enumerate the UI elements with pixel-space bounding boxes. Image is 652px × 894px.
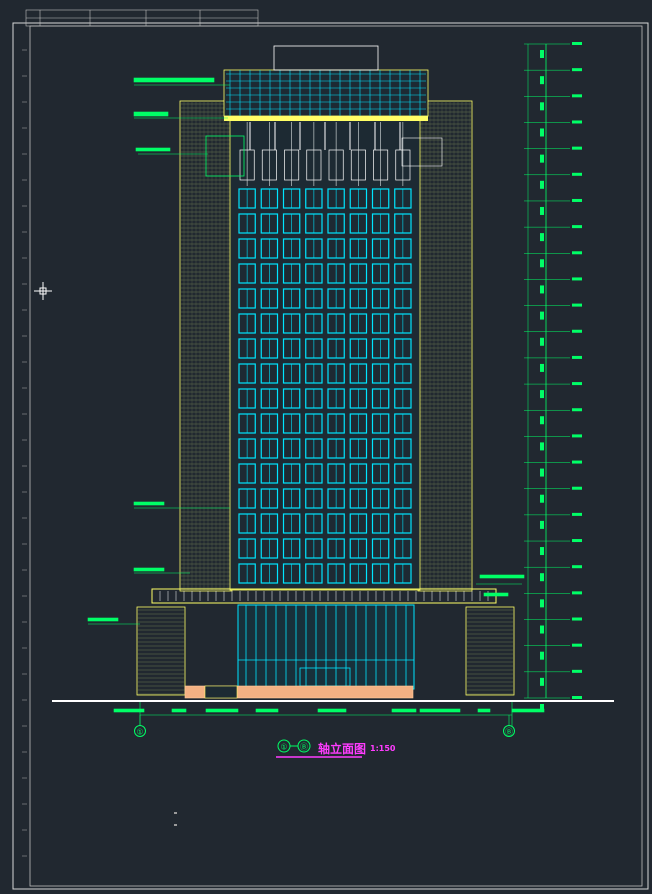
ladder-marker bbox=[540, 573, 544, 582]
ladder-label bbox=[572, 329, 582, 333]
axis-label-start: ① bbox=[136, 728, 143, 737]
ladder-label bbox=[572, 617, 582, 621]
ladder-marker bbox=[540, 206, 544, 215]
crosshair-icon bbox=[34, 282, 52, 300]
ladder-label bbox=[572, 68, 582, 72]
ladder-label bbox=[572, 539, 582, 543]
ladder-marker bbox=[540, 651, 544, 660]
ladder-marker bbox=[540, 416, 544, 425]
ladder-label bbox=[572, 94, 582, 98]
ladder-marker bbox=[540, 285, 544, 294]
ladder-marker bbox=[540, 180, 544, 189]
crown-band bbox=[224, 116, 428, 121]
ladder-marker bbox=[540, 76, 544, 85]
ladder-label bbox=[572, 172, 582, 176]
ladder-marker bbox=[540, 311, 544, 320]
drawing-title: 轴立面图 bbox=[318, 742, 367, 756]
left-ruler bbox=[22, 49, 27, 857]
ladder-label bbox=[572, 251, 582, 255]
ladder-label bbox=[572, 146, 582, 150]
title-axis-bubbles: ① Ⓑ bbox=[277, 739, 311, 753]
tower-core bbox=[229, 119, 421, 591]
title-block bbox=[25, 9, 259, 27]
ladder-marker bbox=[540, 102, 544, 111]
ladder-label bbox=[572, 198, 582, 202]
ladder-label bbox=[572, 565, 582, 569]
ladder-marker bbox=[540, 547, 544, 556]
ladder-label bbox=[572, 696, 582, 699]
small-marks bbox=[174, 812, 177, 826]
ladder-label bbox=[572, 669, 582, 673]
ladder-label bbox=[572, 434, 582, 438]
ladder-label bbox=[572, 591, 582, 595]
ladder-label bbox=[572, 42, 582, 45]
ladder-marker bbox=[540, 233, 544, 242]
ladder-marker bbox=[540, 677, 544, 686]
roof-parapet bbox=[273, 45, 379, 71]
ladder-marker bbox=[540, 599, 544, 608]
ladder-label bbox=[572, 408, 582, 412]
ladder-marker bbox=[540, 154, 544, 163]
drawing-scale: 1:150 bbox=[370, 744, 396, 753]
ladder-label bbox=[572, 382, 582, 386]
ladder-marker bbox=[540, 50, 544, 58]
ladder-marker bbox=[540, 128, 544, 137]
title-axis-start: ① bbox=[280, 743, 287, 752]
ladder-label bbox=[572, 303, 582, 307]
axis-label-end: Ⓑ bbox=[505, 728, 513, 737]
ladder-label bbox=[572, 486, 582, 490]
title-axis-end: Ⓑ bbox=[300, 743, 308, 752]
ladder-label bbox=[572, 512, 582, 516]
elevation-drawing: ① Ⓑ ① Ⓑ bbox=[12, 9, 649, 890]
ladder-label bbox=[572, 643, 582, 647]
ladder-marker bbox=[540, 494, 544, 503]
ladder-marker bbox=[540, 390, 544, 399]
left-plinth bbox=[204, 685, 238, 699]
elevation-ladder bbox=[524, 42, 582, 712]
axis-bubble-end: Ⓑ bbox=[503, 715, 515, 737]
ladder-label bbox=[572, 277, 582, 281]
dimension-line bbox=[113, 702, 545, 726]
ladder-marker bbox=[540, 363, 544, 372]
ladder-marker bbox=[540, 259, 544, 268]
ladder-label bbox=[572, 120, 582, 124]
ladder-label bbox=[572, 355, 582, 359]
ladder-marker bbox=[540, 468, 544, 477]
axis-bubble-start: ① bbox=[134, 715, 146, 737]
ladder-marker bbox=[540, 442, 544, 451]
ladder-marker bbox=[540, 520, 544, 529]
ladder-marker bbox=[540, 625, 544, 634]
ladder-label bbox=[572, 460, 582, 464]
ladder-marker bbox=[540, 337, 544, 346]
ladder-label bbox=[572, 225, 582, 229]
